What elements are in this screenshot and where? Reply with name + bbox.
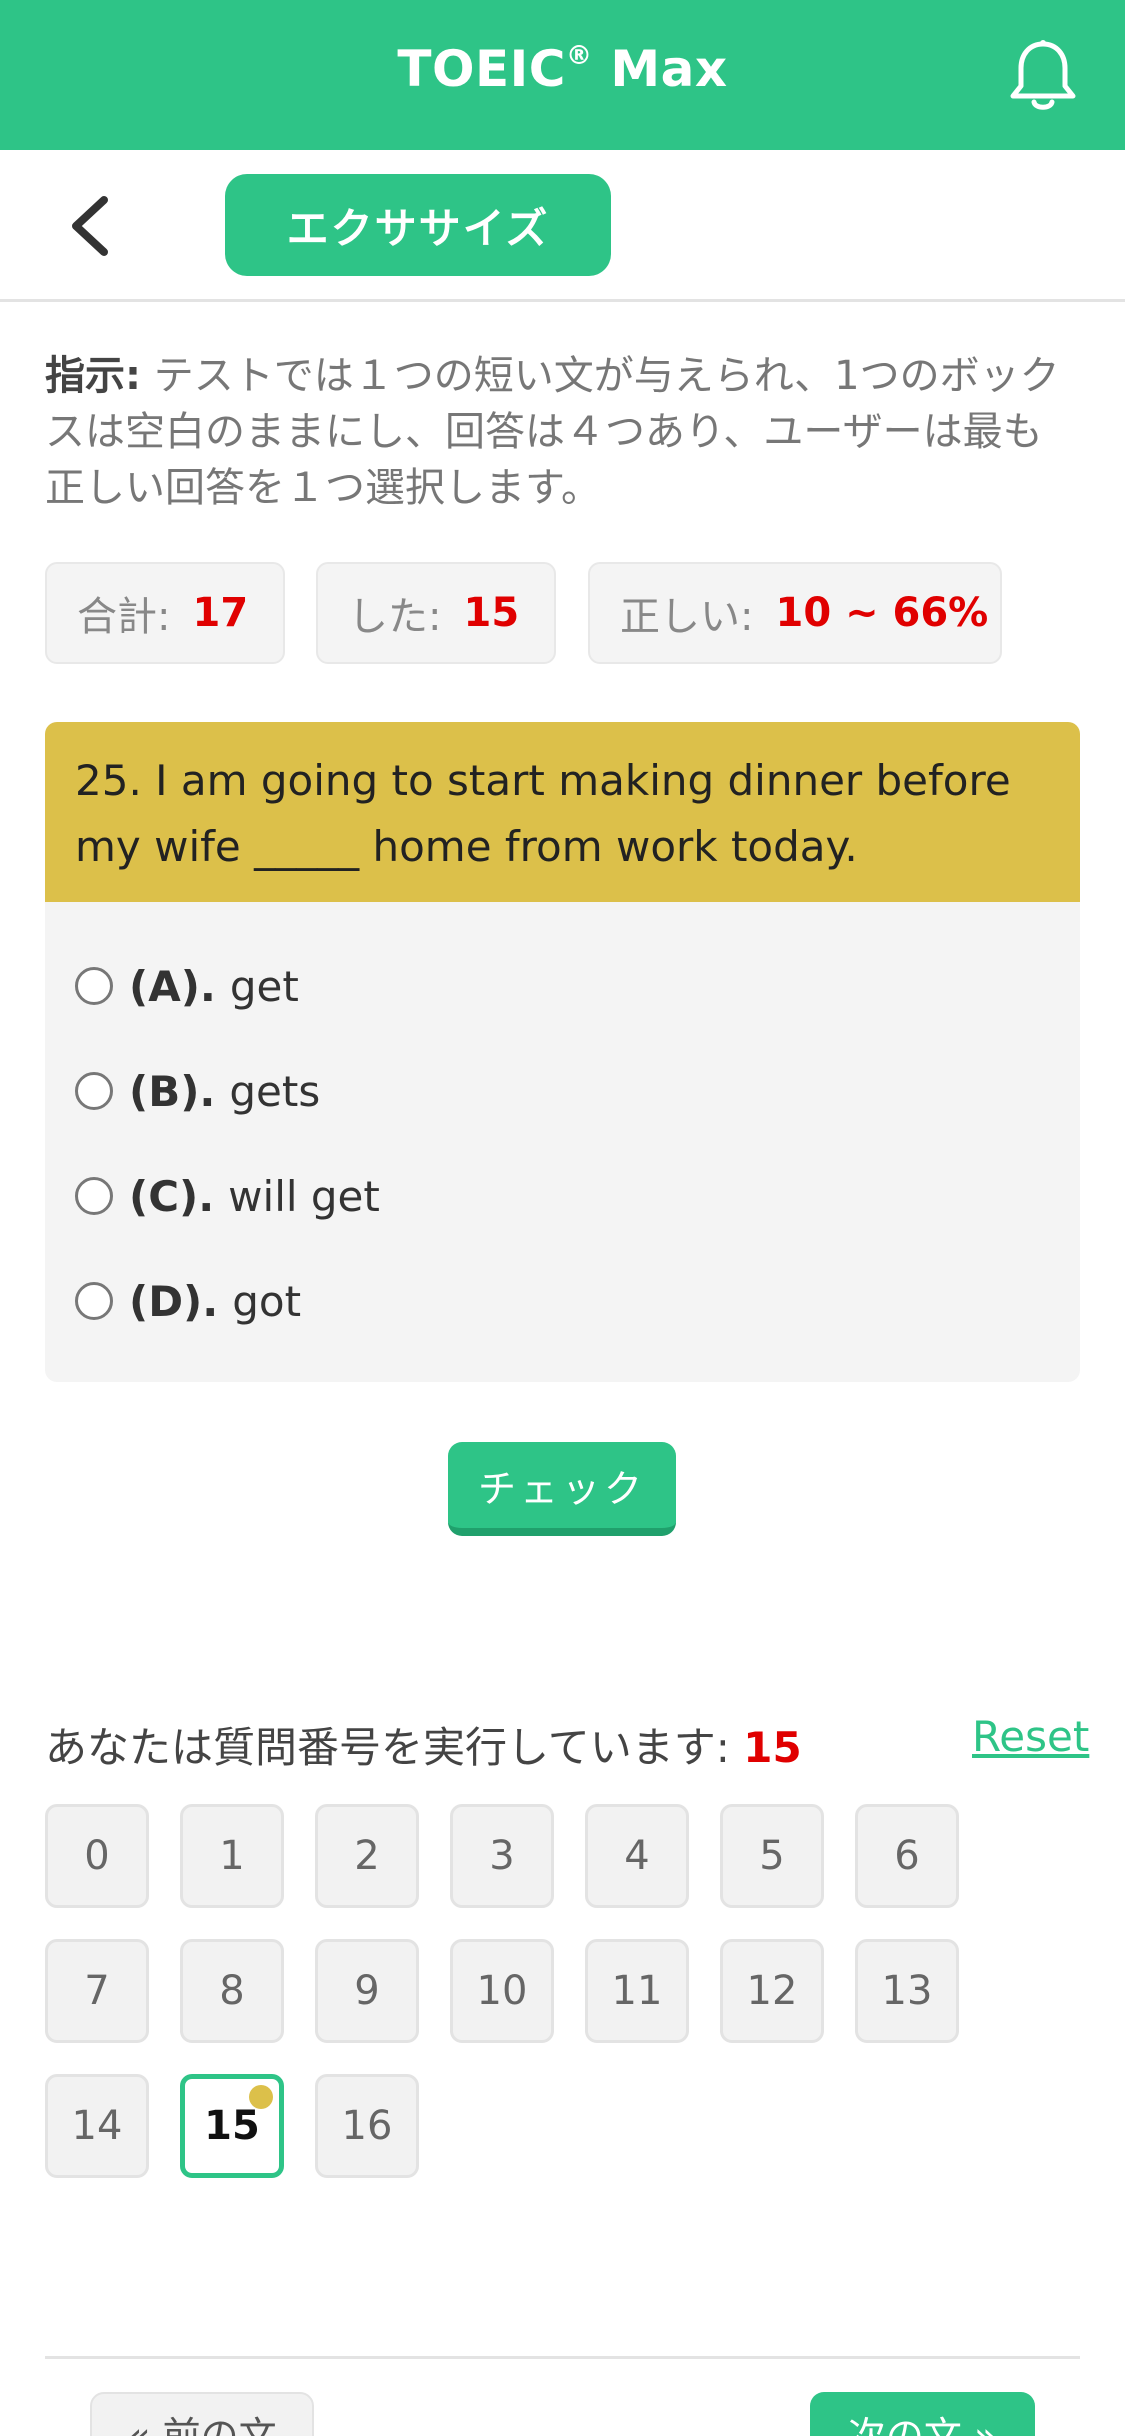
stat-label: 正しい: xyxy=(620,594,754,640)
progress-label: あなたは質問番号を実行しています: xyxy=(45,1723,730,1772)
answer-key: (C). xyxy=(129,1171,215,1221)
answer-options: (A). get (B). gets (C). will get (D). go… xyxy=(45,902,1080,1382)
question-number-button[interactable]: 0 xyxy=(45,1804,149,1908)
next-sentence-button[interactable]: 次の文 » xyxy=(810,2392,1035,2436)
stat-value: 17 xyxy=(192,590,249,636)
chevron-left-icon[interactable] xyxy=(66,194,114,258)
radio-button[interactable] xyxy=(75,1282,113,1320)
question-number-button[interactable]: 14 xyxy=(45,2074,149,2178)
radio-button[interactable] xyxy=(75,1177,113,1215)
question-number-button[interactable]: 7 xyxy=(45,1939,149,2043)
answer-option-c[interactable]: (C). will get xyxy=(75,1166,380,1226)
stat-correct: 正しい: 10 ~ 66% xyxy=(588,562,1002,664)
question-number-button[interactable]: 9 xyxy=(315,1939,419,2043)
question-number-button[interactable]: 8 xyxy=(180,1939,284,2043)
question-number-button[interactable]: 5 xyxy=(720,1804,824,1908)
progress-current: 15 xyxy=(743,1723,802,1772)
reset-link[interactable]: Reset xyxy=(972,1712,1089,1761)
question-number-button[interactable]: 12 xyxy=(720,1939,824,2043)
question-number-button[interactable]: 4 xyxy=(585,1804,689,1908)
question-number-button[interactable]: 6 xyxy=(855,1804,959,1908)
answer-text: gets xyxy=(229,1066,321,1116)
radio-button[interactable] xyxy=(75,1072,113,1110)
stat-value: 15 xyxy=(463,590,520,636)
tab-exercise[interactable]: エクササイズ xyxy=(225,174,611,276)
question-number-button-current[interactable]: 15 xyxy=(180,2074,284,2178)
question-number-button[interactable]: 3 xyxy=(450,1804,554,1908)
instruction-body: テストでは１つの短い文が与えられ、1つのボックスは空白のままにし、回答は４つあり… xyxy=(45,353,1060,511)
instruction-label: 指示: xyxy=(45,353,141,399)
stat-done: した: 15 xyxy=(316,562,556,664)
answer-text: will get xyxy=(228,1171,380,1221)
question-number-button[interactable]: 13 xyxy=(855,1939,959,2043)
previous-sentence-button[interactable]: « 前の文 xyxy=(90,2392,314,2436)
answer-option-b[interactable]: (B). gets xyxy=(75,1061,320,1121)
answer-option-d[interactable]: (D). got xyxy=(75,1271,301,1331)
sub-navigation-bar: エクササイズ xyxy=(0,150,1125,302)
divider xyxy=(45,2356,1080,2359)
question-number-label: 15 xyxy=(204,2103,260,2149)
question-number-button[interactable]: 10 xyxy=(450,1939,554,2043)
answer-text: got xyxy=(232,1276,302,1326)
question-text: 25. I am going to start making dinner be… xyxy=(45,722,1080,902)
answer-key: (B). xyxy=(129,1066,216,1116)
stat-value: 10 ~ 66% xyxy=(775,590,989,636)
stat-label: 合計: xyxy=(77,594,171,640)
stat-total: 合計: 17 xyxy=(45,562,285,664)
answer-key: (D). xyxy=(129,1276,219,1326)
app-title: TOEIC® Max xyxy=(397,40,728,98)
current-question-indicator: あなたは質問番号を実行しています: 15 xyxy=(45,1714,802,1775)
check-button[interactable]: チェック xyxy=(448,1442,676,1536)
question-number-button[interactable]: 11 xyxy=(585,1939,689,2043)
answer-key: (A). xyxy=(129,961,216,1011)
radio-button[interactable] xyxy=(75,967,113,1005)
question-number-button[interactable]: 2 xyxy=(315,1804,419,1908)
current-marker-dot xyxy=(249,2085,273,2109)
instruction-text: 指示: テストでは１つの短い文が与えられ、1つのボックスは空白のままにし、回答は… xyxy=(45,348,1075,516)
bell-icon[interactable] xyxy=(1007,38,1079,114)
question-number-button[interactable]: 16 xyxy=(315,2074,419,2178)
stat-label: した: xyxy=(348,594,442,640)
top-app-bar: TOEIC® Max xyxy=(0,0,1125,150)
question-number-button[interactable]: 1 xyxy=(180,1804,284,1908)
answer-option-a[interactable]: (A). get xyxy=(75,956,299,1016)
answer-text: get xyxy=(229,961,299,1011)
